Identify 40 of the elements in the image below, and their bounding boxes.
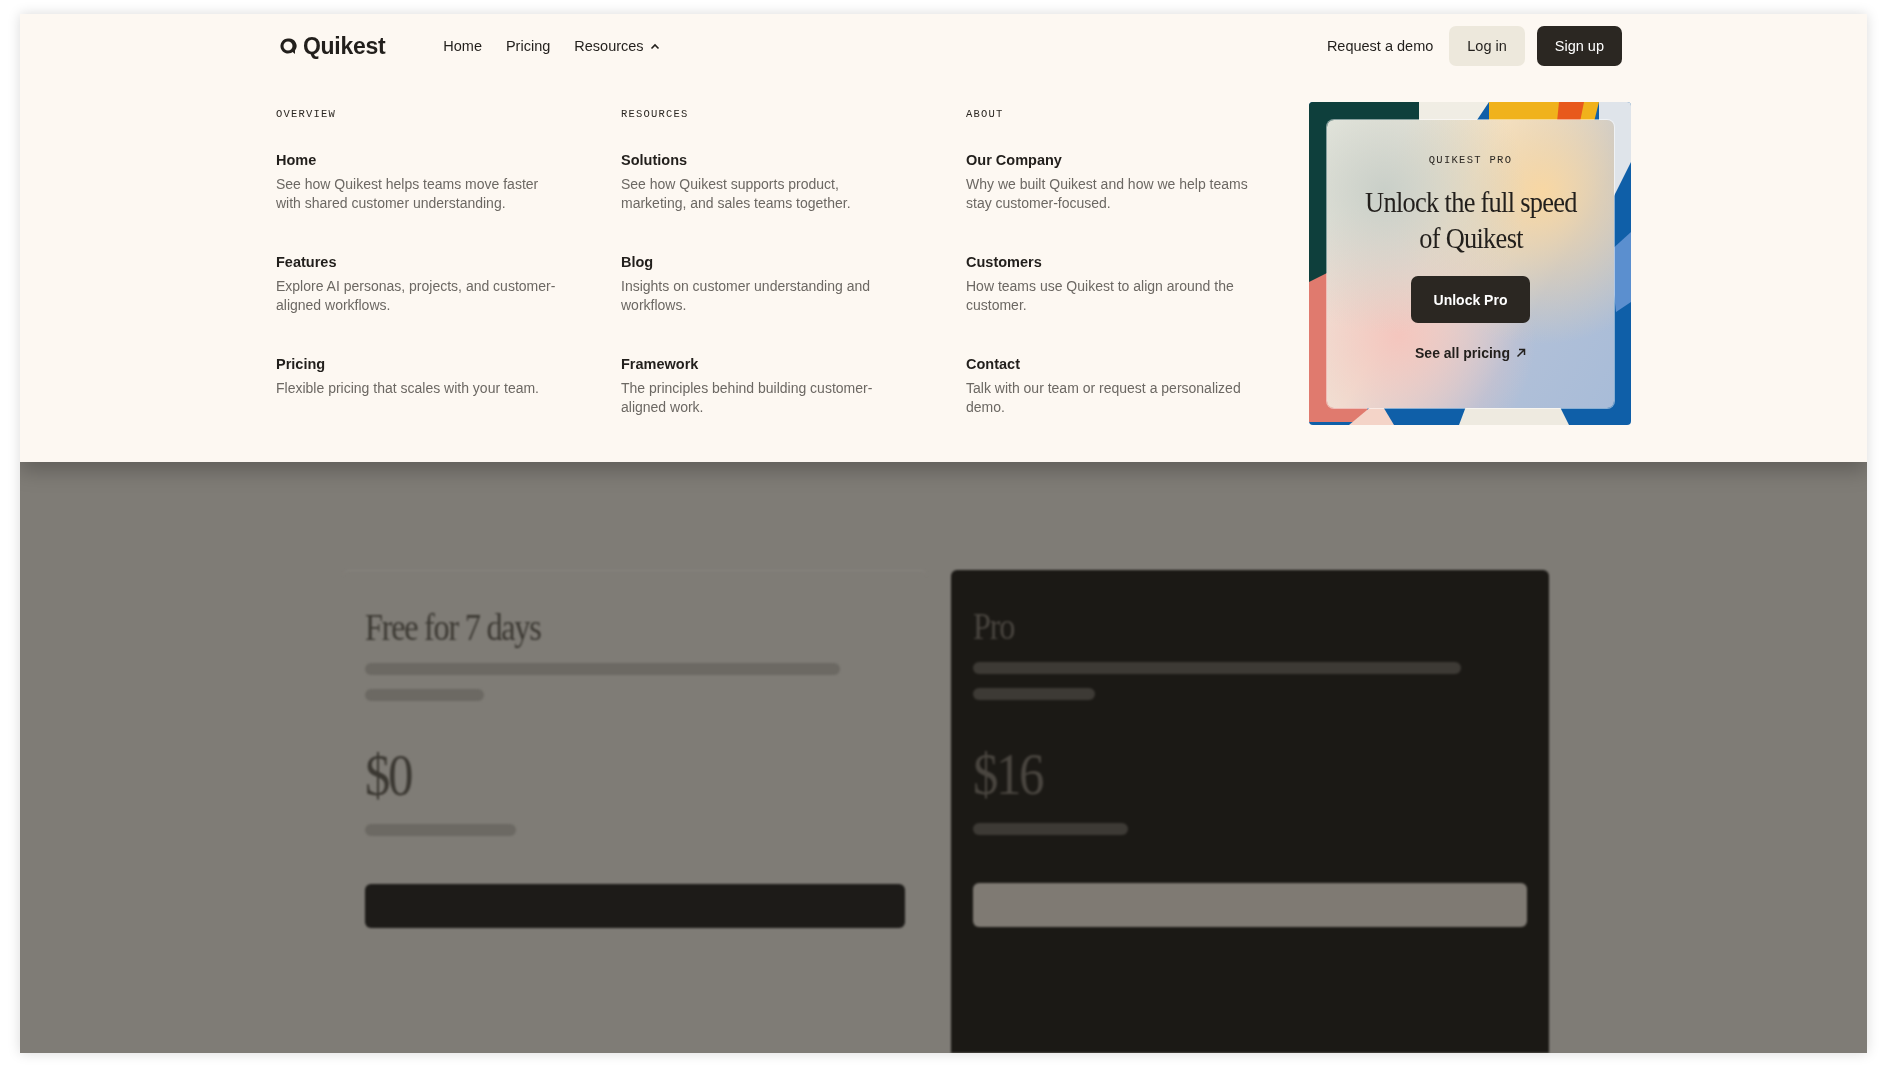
arrow-icon [1515, 348, 1526, 358]
promo-title: Unlock the full speed of Quikest [1363, 184, 1578, 256]
plan-title: Free for 7 days [365, 605, 542, 649]
section-heading: ABOUT [966, 108, 1005, 120]
logo[interactable]: Quikest [279, 32, 386, 60]
menu-item-link[interactable]: Features [276, 254, 337, 270]
plan-price: $0 [365, 741, 413, 810]
nav-link[interactable]: Home [443, 38, 482, 54]
plan-button[interactable] [973, 883, 1527, 927]
caret-icon [649, 42, 660, 50]
section-heading: OVERVIEW [276, 108, 337, 120]
menu-item-link[interactable]: Pricing [276, 356, 326, 372]
login-button[interactable]: Log in [1449, 26, 1525, 66]
menu-item-description: Explore AI personas, projects, and customer-aligned workflows. [276, 277, 557, 315]
menu-item-description: Flexible pricing that scales with your team. [276, 379, 540, 398]
menu-item-link[interactable]: Home [276, 152, 317, 168]
menu-item-link[interactable]: Our Company [966, 152, 1062, 168]
logo-text: Quikest [303, 32, 386, 60]
logo-icon [279, 37, 297, 55]
section-heading: RESOURCES [621, 108, 690, 120]
menu-item-link[interactable]: Contact [966, 356, 1020, 372]
nav-link[interactable]: Pricing [505, 38, 551, 54]
signup-button[interactable]: Sign up [1536, 26, 1622, 66]
menu-item-link[interactable]: Blog [621, 254, 654, 270]
plan-button[interactable] [365, 884, 905, 928]
demo-link[interactable]: Request a demo [1326, 38, 1434, 54]
promo-eyebrow: QUIKEST PRO [1428, 154, 1513, 166]
menu-item-description: See how Quikest supports product, marketing, and sales teams together. [621, 175, 852, 213]
menu-item-link[interactable]: Solutions [621, 152, 688, 168]
pricing-link[interactable]: See all pricing [1415, 345, 1526, 361]
menu-item-description: Insights on customer understanding and workflows. [621, 277, 872, 315]
menu-item-description: Why we built Quikest and how we help teams stay customer-focused. [966, 175, 1249, 213]
menu-item-link[interactable]: Customers [966, 254, 1042, 270]
unlock-button[interactable]: Unlock Pro [1410, 276, 1531, 323]
menu-item-link[interactable]: Framework [621, 356, 699, 372]
menu-item-description: How teams use Quikest to align around the customer. [966, 277, 1235, 315]
menu-item-description: See how Quikest helps teams move faster with shared customer understanding. [276, 175, 540, 213]
menu-item-description: The principles behind building customer-aligned work. [621, 379, 874, 417]
menu-item-description: Talk with our team or request a personalized demo. [966, 379, 1242, 417]
nav-dropdown[interactable]: Resources [574, 38, 660, 54]
